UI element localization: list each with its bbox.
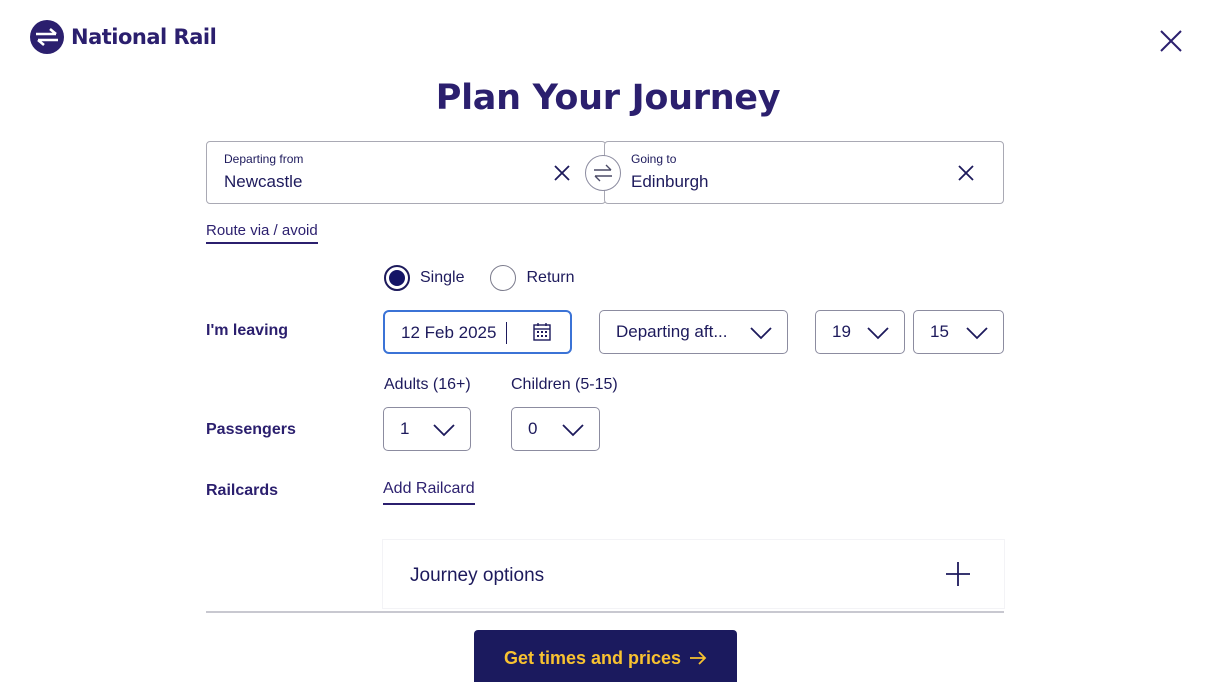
calendar-icon[interactable] — [532, 322, 552, 347]
arrow-right-icon — [690, 651, 707, 665]
page-title: Plan Your Journey — [435, 78, 781, 118]
station-row: Departing from Newcastle Going to Edinbu… — [206, 141, 1004, 204]
time-mode-select[interactable]: Departing aft... — [599, 310, 788, 354]
radio-checked-indicator — [384, 265, 410, 291]
journey-options-accordion[interactable]: Journey options — [383, 540, 1004, 608]
departing-from-label: Departing from — [224, 152, 304, 166]
going-to-value[interactable]: Edinburgh — [631, 172, 709, 192]
chevron-down-icon — [750, 327, 772, 340]
chevron-down-icon — [867, 327, 889, 340]
swap-arrows-icon — [594, 164, 612, 182]
close-icon — [1160, 30, 1182, 52]
text-caret — [506, 322, 507, 344]
going-to-label: Going to — [631, 152, 677, 166]
journey-options-label: Journey options — [410, 565, 545, 586]
brand-name: National Rail — [71, 25, 217, 49]
adults-select[interactable]: 1 — [383, 407, 471, 451]
divider — [206, 611, 1004, 613]
leaving-label: I'm leaving — [206, 322, 289, 339]
double-arrow-icon — [30, 20, 64, 54]
date-value: 12 Feb 2025 — [401, 323, 497, 342]
departing-from-field[interactable]: Departing from Newcastle — [206, 141, 606, 204]
minute-select[interactable]: 15 — [913, 310, 1004, 354]
clear-to-button[interactable] — [955, 162, 977, 184]
add-railcard-link[interactable]: Add Railcard — [383, 480, 475, 505]
clear-from-button[interactable] — [551, 162, 573, 184]
return-radio[interactable]: Return — [490, 265, 575, 291]
plus-icon — [946, 562, 970, 586]
chevron-down-icon — [562, 424, 584, 437]
departing-from-value[interactable]: Newcastle — [224, 172, 302, 192]
chevron-down-icon — [966, 327, 988, 340]
time-mode-value: Departing aft... — [616, 322, 728, 341]
close-icon — [958, 165, 974, 181]
date-input[interactable]: 12 Feb 2025 — [383, 310, 572, 354]
close-icon — [554, 165, 570, 181]
single-label: Single — [420, 269, 465, 286]
radio-unchecked-indicator — [490, 265, 517, 291]
minute-value: 15 — [930, 322, 949, 341]
children-value: 0 — [528, 419, 538, 438]
going-to-field[interactable]: Going to Edinburgh — [604, 141, 1004, 204]
adults-value: 1 — [400, 419, 410, 438]
children-label: Children (5-15) — [511, 376, 618, 393]
cta-label: Get times and prices — [503, 647, 682, 668]
return-label: Return — [526, 269, 575, 286]
adults-label: Adults (16+) — [384, 376, 471, 393]
hour-value: 19 — [832, 322, 851, 341]
passengers-label: Passengers — [206, 421, 296, 438]
journey-type-radio-group: Single Return — [384, 265, 575, 291]
get-times-and-prices-button[interactable]: Get times and prices — [474, 630, 737, 682]
national-rail-logo[interactable]: National Rail — [30, 20, 217, 54]
railcards-label: Railcards — [206, 482, 279, 499]
hour-select[interactable]: 19 — [815, 310, 905, 354]
children-select[interactable]: 0 — [511, 407, 600, 451]
close-button[interactable] — [1156, 26, 1186, 56]
route-via-avoid-link[interactable]: Route via / avoid — [206, 222, 318, 244]
single-radio[interactable]: Single — [384, 265, 464, 291]
chevron-down-icon — [433, 424, 455, 437]
swap-stations-button[interactable] — [585, 155, 621, 191]
